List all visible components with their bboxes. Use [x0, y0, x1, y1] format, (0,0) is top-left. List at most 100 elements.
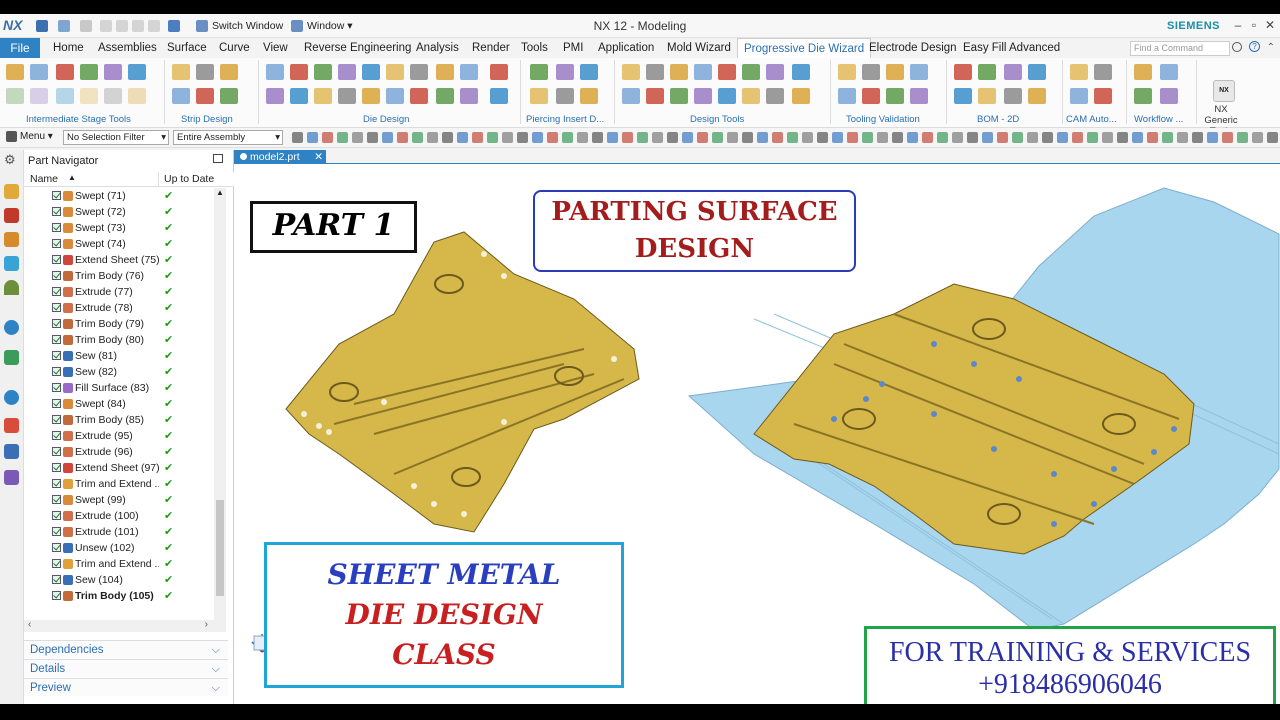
snap-tool-icon[interactable] — [532, 132, 543, 143]
checkbox-icon[interactable] — [52, 399, 61, 408]
ribbon-command-icon[interactable] — [910, 64, 928, 80]
ribbon-command-icon[interactable] — [1134, 88, 1152, 104]
group-tooling-validation[interactable]: Tooling Validation — [846, 114, 920, 125]
scrollbar-thumb[interactable] — [216, 500, 224, 596]
checkbox-icon[interactable] — [52, 367, 61, 376]
menu-button[interactable]: Menu ▾ — [20, 131, 53, 142]
ribbon-command-icon[interactable] — [838, 88, 856, 104]
process-studio-icon[interactable] — [4, 444, 19, 459]
snap-tool-icon[interactable] — [682, 132, 693, 143]
ribbon-command-icon[interactable] — [338, 88, 356, 104]
snap-tool-icon[interactable] — [442, 132, 453, 143]
snap-tool-icon[interactable] — [502, 132, 513, 143]
snap-tool-icon[interactable] — [1027, 132, 1038, 143]
gear-icon[interactable]: ⚙ — [4, 152, 19, 167]
scroll-up-icon[interactable]: ▲ — [216, 188, 224, 197]
switch-window-button[interactable]: Switch Window — [212, 20, 283, 32]
snap-tool-icon[interactable] — [907, 132, 918, 143]
feature-row[interactable]: Sew (104) ✔ — [24, 572, 214, 588]
ribbon-command-icon[interactable] — [290, 88, 308, 104]
ribbon-command-icon[interactable] — [886, 64, 904, 80]
snap-tool-icon[interactable] — [427, 132, 438, 143]
feature-row[interactable]: Swept (74) ✔ — [24, 236, 214, 252]
feature-row[interactable]: Swept (84) ✔ — [24, 396, 214, 412]
ribbon-command-icon[interactable] — [622, 64, 640, 80]
ribbon-command-icon[interactable] — [580, 64, 598, 80]
snap-tool-icon[interactable] — [352, 132, 363, 143]
orient-view-icon[interactable] — [168, 20, 180, 32]
snap-tool-icon[interactable] — [1087, 132, 1098, 143]
snap-tool-icon[interactable] — [487, 132, 498, 143]
feature-row[interactable]: Trim Body (80) ✔ — [24, 332, 214, 348]
ribbon-command-icon[interactable] — [266, 64, 284, 80]
checkbox-icon[interactable] — [52, 559, 61, 568]
ribbon-command-icon[interactable] — [556, 64, 574, 80]
feature-row[interactable]: Extrude (101) ✔ — [24, 524, 214, 540]
ribbon-command-icon[interactable] — [436, 64, 454, 80]
feature-row[interactable]: Extrude (78) ✔ — [24, 300, 214, 316]
snap-tool-icon[interactable] — [817, 132, 828, 143]
sort-ascending-icon[interactable]: ▲ — [68, 173, 76, 182]
snap-tool-icon[interactable] — [457, 132, 468, 143]
roles-icon[interactable] — [4, 470, 19, 485]
checkbox-icon[interactable] — [52, 191, 61, 200]
group-bom-2d[interactable]: BOM - 2D — [977, 114, 1019, 125]
ribbon-command-icon[interactable] — [362, 88, 380, 104]
ribbon-command-icon[interactable] — [172, 88, 190, 104]
help-icon[interactable]: ? — [1249, 41, 1260, 52]
ribbon-command-icon[interactable] — [6, 64, 24, 80]
snap-tool-icon[interactable] — [1192, 132, 1203, 143]
snap-tool-icon[interactable] — [982, 132, 993, 143]
checkbox-icon[interactable] — [52, 303, 61, 312]
ribbon-command-icon[interactable] — [530, 64, 548, 80]
snap-tool-icon[interactable] — [652, 132, 663, 143]
snap-tool-icon[interactable] — [997, 132, 1008, 143]
ribbon-command-icon[interactable] — [490, 64, 508, 80]
find-command-input[interactable]: Find a Command — [1130, 41, 1230, 56]
ribbon-command-icon[interactable] — [266, 88, 284, 104]
ribbon-command-icon[interactable] — [718, 64, 736, 80]
window-menu[interactable]: Window ▾ — [307, 20, 353, 32]
snap-tool-icon[interactable] — [592, 132, 603, 143]
ribbon-command-icon[interactable] — [910, 88, 928, 104]
ribbon-command-icon[interactable] — [978, 88, 996, 104]
ribbon-command-icon[interactable] — [128, 64, 146, 80]
tab-home[interactable]: Home — [53, 38, 84, 58]
constraint-navigator-icon[interactable] — [4, 208, 19, 223]
snap-tool-icon[interactable] — [307, 132, 318, 143]
ribbon-command-icon[interactable] — [580, 88, 598, 104]
snap-tool-icon[interactable] — [667, 132, 678, 143]
snap-tool-icon[interactable] — [577, 132, 588, 143]
snap-tool-icon[interactable] — [712, 132, 723, 143]
checkbox-icon[interactable] — [52, 255, 61, 264]
file-tab[interactable]: File — [0, 38, 40, 58]
vertical-scrollbar[interactable]: ▲ — [214, 188, 226, 620]
snap-tool-icon[interactable] — [787, 132, 798, 143]
group-piercing-insert-design[interactable]: Piercing Insert D... — [526, 114, 604, 125]
tab-electrode-design[interactable]: Electrode Design — [869, 38, 957, 58]
checkbox-icon[interactable] — [52, 383, 61, 392]
maximize-icon[interactable]: ▫ — [1246, 17, 1262, 33]
sheet-metal-part-left[interactable] — [285, 231, 640, 533]
redo-icon[interactable] — [80, 20, 92, 32]
search-icon[interactable] — [1232, 42, 1242, 52]
snap-tool-icon[interactable] — [1237, 132, 1248, 143]
ribbon-command-icon[interactable] — [646, 64, 664, 80]
ribbon-command-icon[interactable] — [362, 64, 380, 80]
checkbox-icon[interactable] — [52, 239, 61, 248]
ribbon-command-icon[interactable] — [1134, 64, 1152, 80]
history-icon[interactable] — [4, 350, 19, 365]
snap-tool-icon[interactable] — [1012, 132, 1023, 143]
ribbon-command-icon[interactable] — [530, 88, 548, 104]
snap-tool-icon[interactable] — [562, 132, 573, 143]
snap-tool-icon[interactable] — [1222, 132, 1233, 143]
dependencies-panel[interactable]: Dependencies ⌵ — [24, 640, 228, 658]
checkbox-icon[interactable] — [52, 335, 61, 344]
snap-tool-icon[interactable] — [1072, 132, 1083, 143]
ribbon-command-icon[interactable] — [1160, 88, 1178, 104]
feature-row[interactable]: Trim Body (85) ✔ — [24, 412, 214, 428]
selection-filter-select[interactable]: No Selection Filter ▾ — [63, 130, 169, 145]
ribbon-command-icon[interactable] — [1160, 64, 1178, 80]
group-die-design[interactable]: Die Design — [363, 114, 409, 125]
feature-row[interactable]: Trim and Extend ... ✔ — [24, 556, 214, 572]
